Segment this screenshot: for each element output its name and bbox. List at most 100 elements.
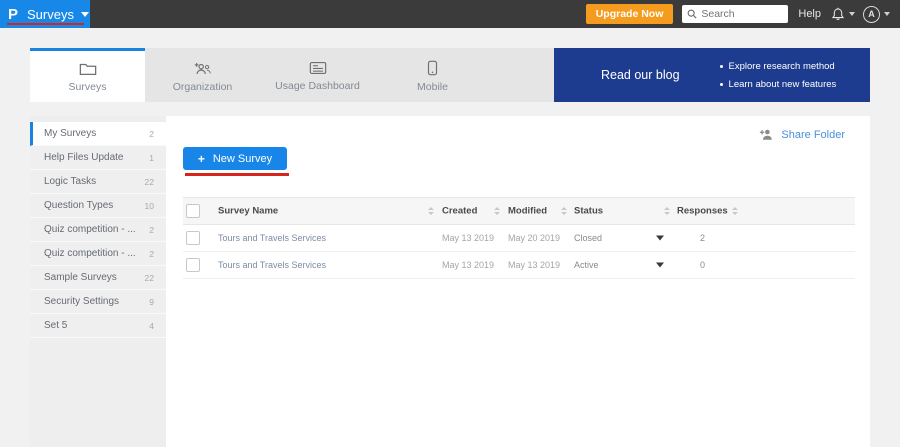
tab-usage-dashboard[interactable]: Usage Dashboard	[260, 48, 375, 102]
product-menu[interactable]: P Surveys	[0, 0, 90, 28]
table-header-row: Survey Name Created Modified Status Resp…	[183, 197, 855, 225]
table-row: Tours and Travels Services May 13 2019 M…	[183, 252, 855, 279]
sidebar-item-label: Sample Surveys	[44, 272, 145, 283]
created-date: May 13 2019	[442, 260, 494, 270]
status-value: Active	[574, 260, 599, 270]
avatar: A	[863, 6, 880, 23]
sidebar-item-count: 9	[149, 297, 154, 307]
sort-icon[interactable]	[664, 207, 670, 215]
tab-mobile[interactable]: Mobile	[375, 48, 490, 102]
status-value: Closed	[574, 233, 602, 243]
tab-organization[interactable]: Organization	[145, 48, 260, 102]
search-input[interactable]	[701, 8, 783, 20]
sort-icon[interactable]	[494, 207, 500, 215]
top-bar: P Surveys Upgrade Now Help A	[0, 0, 900, 28]
survey-name-link[interactable]: Tours and Travels Services	[218, 233, 326, 243]
annotation-underline	[7, 23, 84, 25]
sidebar-item-question-types[interactable]: Question Types 10	[30, 194, 166, 218]
bell-icon	[831, 7, 845, 22]
search-box[interactable]	[682, 5, 788, 23]
modified-date: May 20 2019	[508, 233, 560, 243]
survey-name-link[interactable]: Tours and Travels Services	[218, 260, 326, 270]
share-folder-link[interactable]: Share Folder	[759, 128, 845, 141]
help-link[interactable]: Help	[798, 8, 821, 20]
blog-banner-title: Read our blog	[601, 68, 680, 82]
plus-icon: +	[198, 152, 205, 166]
bullet-dot-icon	[720, 65, 723, 68]
sort-icon[interactable]	[732, 207, 738, 215]
sidebar-item-label: Quiz competition - ...	[44, 224, 149, 235]
blog-bullet-text: Learn about new features	[729, 79, 837, 90]
sidebar-item-set-5[interactable]: Set 5 4	[30, 314, 166, 338]
chevron-down-icon	[849, 12, 855, 16]
sidebar-item-label: Security Settings	[44, 296, 149, 307]
product-menu-label: Surveys	[27, 7, 74, 22]
sidebar-item-sample-surveys[interactable]: Sample Surveys 22	[30, 266, 166, 290]
row-checkbox[interactable]	[186, 258, 200, 272]
column-header-responses: Responses	[677, 206, 728, 217]
sidebar-item-label: Logic Tasks	[44, 176, 145, 187]
row-checkbox[interactable]	[186, 231, 200, 245]
responses-count: 2	[700, 233, 705, 243]
tab-surveys[interactable]: Surveys	[30, 48, 145, 102]
sort-icon[interactable]	[428, 207, 434, 215]
sidebar-item-quiz-competition-2[interactable]: Quiz competition - ... 2	[30, 242, 166, 266]
sidebar-item-count: 10	[145, 201, 154, 211]
upgrade-now-button[interactable]: Upgrade Now	[586, 4, 674, 24]
sidebar-item-count: 2	[149, 129, 154, 139]
blog-bullet: Learn about new features	[720, 79, 837, 90]
sidebar-item-label: Set 5	[44, 320, 149, 331]
sidebar-item-count: 4	[149, 321, 154, 331]
sort-icon[interactable]	[561, 207, 567, 215]
share-person-icon	[759, 128, 774, 141]
sidebar-item-label: My Surveys	[44, 128, 149, 139]
blog-bullet-text: Explore research method	[729, 61, 835, 72]
select-all-checkbox[interactable]	[186, 204, 200, 218]
sidebar-item-count: 2	[149, 249, 154, 259]
sidebar-item-count: 22	[145, 177, 154, 187]
blog-bullet: Explore research method	[720, 61, 837, 72]
account-menu[interactable]: A	[863, 6, 890, 23]
bullet-dot-icon	[720, 83, 723, 86]
search-icon	[687, 9, 697, 19]
column-header-status: Status	[574, 206, 603, 217]
surveys-main-panel: Share Folder + New Survey Survey Name Cr…	[166, 116, 870, 447]
tab-strip: Surveys Organization Usage Dashboard Mob…	[30, 48, 870, 102]
column-header-survey-name: Survey Name	[218, 206, 278, 217]
notifications-menu[interactable]	[831, 7, 855, 22]
tab-label: Usage Dashboard	[275, 80, 360, 92]
sidebar-item-logic-tasks[interactable]: Logic Tasks 22	[30, 170, 166, 194]
sidebar-item-label: Quiz competition - ...	[44, 248, 149, 259]
content-card: My Surveys 2 Help Files Update 1 Logic T…	[30, 116, 870, 447]
status-dropdown-caret[interactable]	[656, 236, 664, 241]
table-row: Tours and Travels Services May 13 2019 M…	[183, 225, 855, 252]
modified-date: May 13 2019	[508, 260, 560, 270]
topbar-actions: Upgrade Now Help A	[586, 4, 900, 24]
tab-label: Surveys	[69, 81, 107, 93]
proprofs-logo: P	[8, 6, 18, 23]
mobile-phone-icon	[427, 60, 438, 76]
sidebar-item-help-files-update[interactable]: Help Files Update 1	[30, 146, 166, 170]
sidebar-item-count: 22	[145, 273, 154, 283]
sidebar-item-count: 1	[149, 153, 154, 163]
sidebar-item-label: Help Files Update	[44, 152, 149, 163]
share-folder-label: Share Folder	[781, 129, 845, 141]
sidebar-item-label: Question Types	[44, 200, 145, 211]
sidebar-item-count: 2	[149, 225, 154, 235]
chevron-down-icon	[81, 12, 89, 17]
folders-sidebar: My Surveys 2 Help Files Update 1 Logic T…	[30, 116, 166, 447]
sidebar-item-my-surveys[interactable]: My Surveys 2	[30, 122, 166, 146]
status-dropdown-caret[interactable]	[656, 263, 664, 268]
read-our-blog-banner[interactable]: Read our blog Explore research method Le…	[554, 48, 870, 102]
sidebar-item-security-settings[interactable]: Security Settings 9	[30, 290, 166, 314]
usage-dashboard-icon	[309, 61, 327, 75]
folder-icon	[79, 61, 97, 76]
tab-label: Mobile	[417, 81, 448, 93]
column-header-created: Created	[442, 206, 477, 217]
chevron-down-icon	[884, 12, 890, 16]
organization-people-icon	[193, 61, 213, 76]
new-survey-label: New Survey	[213, 153, 272, 165]
annotation-underline	[185, 173, 289, 176]
new-survey-button[interactable]: + New Survey	[183, 147, 287, 170]
sidebar-item-quiz-competition-1[interactable]: Quiz competition - ... 2	[30, 218, 166, 242]
